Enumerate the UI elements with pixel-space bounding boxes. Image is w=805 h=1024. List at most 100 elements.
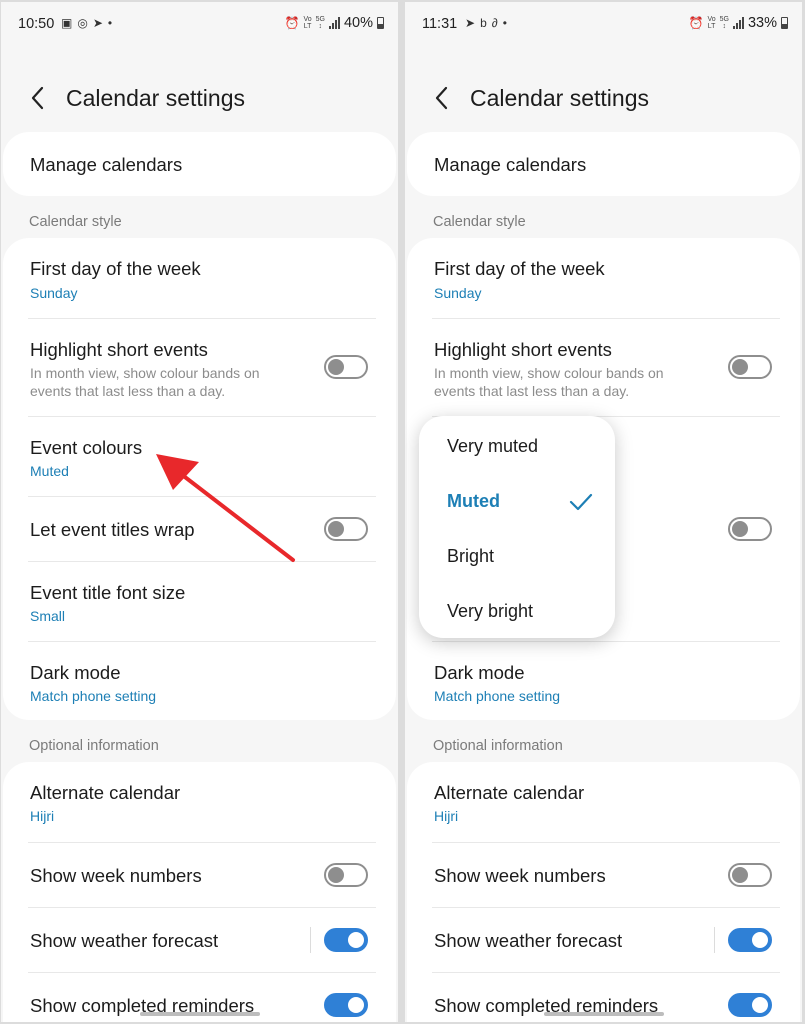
alternate-calendar-row[interactable]: Alternate calendar Hijri	[407, 762, 800, 842]
back-arrow-icon[interactable]	[27, 84, 51, 112]
first-day-label: First day of the week	[434, 258, 605, 279]
title-bar: Calendar settings	[1, 80, 398, 120]
highlight-short-events-row[interactable]: Highlight short events In month view, sh…	[3, 319, 396, 416]
toggle-knob	[328, 867, 344, 883]
option-very-muted[interactable]: Very muted	[447, 436, 538, 457]
show-weather-forecast-label: Show weather forecast	[434, 930, 623, 951]
status-time: 11:31	[422, 16, 458, 32]
manage-calendars-row[interactable]: Manage calendars	[407, 132, 800, 196]
highlight-short-events-desc: In month view, show colour bands on even…	[434, 365, 664, 399]
phone-screen-right: 11:31 ➤ b ∂ • ⏰ Vo LT 5G ↕ 33% Calendar se…	[405, 2, 802, 1022]
section-optional-information: Optional information	[29, 738, 159, 754]
5g-icon: 5G ↕	[719, 16, 729, 30]
highlight-short-events-toggle[interactable]	[728, 355, 772, 379]
home-indicator[interactable]	[139, 1012, 260, 1016]
dark-mode-row[interactable]: Dark mode Match phone setting	[3, 642, 396, 720]
first-day-row[interactable]: First day of the week Sunday	[407, 238, 800, 318]
first-day-label: First day of the week	[30, 258, 201, 279]
alarm-icon: ⏰	[284, 16, 300, 30]
alternate-calendar-row[interactable]: Alternate calendar Hijri	[3, 762, 396, 842]
app-icon: ∂	[491, 16, 498, 30]
battery-icon	[377, 17, 384, 29]
option-bright[interactable]: Bright	[447, 546, 494, 567]
vertical-separator	[310, 927, 311, 953]
toggle-knob	[732, 359, 748, 375]
event-title-font-size-value: Small	[30, 608, 66, 624]
manage-calendars-label: Manage calendars	[30, 154, 183, 175]
alternate-calendar-label: Alternate calendar	[434, 782, 585, 803]
option-muted[interactable]: Muted	[447, 491, 500, 512]
notification-dot: •	[107, 16, 113, 30]
option-very-bright[interactable]: Very bright	[447, 601, 533, 622]
manage-calendars-row[interactable]: Manage calendars	[3, 132, 396, 196]
phone-screen-left: 10:50 ▣ ◎ ➤ • ⏰ Vo LT 5G ↕ 40% Calendar se…	[1, 2, 398, 1022]
toggle-knob	[348, 997, 364, 1013]
event-colours-popup-menu: Very muted Muted Bright Very bright	[419, 416, 615, 638]
show-week-numbers-toggle[interactable]	[324, 863, 368, 887]
section-calendar-style: Calendar style	[29, 214, 122, 230]
dark-mode-value: Match phone setting	[434, 688, 561, 704]
status-time: 10:50	[18, 16, 55, 32]
alarm-icon: ⏰	[688, 16, 704, 30]
manage-calendars-card[interactable]: Manage calendars	[3, 132, 396, 196]
dark-mode-value: Match phone setting	[30, 688, 157, 704]
volte-icon: Vo LT	[303, 16, 312, 30]
let-event-titles-wrap-toggle[interactable]	[324, 517, 368, 541]
highlight-short-events-row[interactable]: Highlight short events In month view, sh…	[407, 319, 800, 416]
battery-percent: 33%	[747, 15, 777, 31]
alternate-calendar-value: Hijri	[30, 808, 55, 824]
status-bar: 10:50 ▣ ◎ ➤ • ⏰ Vo LT 5G ↕ 40%	[1, 2, 398, 46]
toggle-knob	[732, 867, 748, 883]
optional-information-card: Alternate calendar Hijri Show week numbe…	[407, 762, 800, 1022]
highlight-short-events-toggle[interactable]	[324, 355, 368, 379]
first-day-value: Sunday	[30, 285, 78, 301]
show-completed-reminders-toggle[interactable]	[324, 993, 368, 1017]
event-colours-value: Muted	[30, 463, 69, 479]
toggle-knob	[752, 997, 768, 1013]
toggle-knob	[328, 521, 344, 537]
alternate-calendar-value: Hijri	[434, 808, 459, 824]
event-colours-label: Event colours	[30, 437, 143, 458]
highlight-short-events-label: Highlight short events	[434, 339, 612, 360]
show-completed-reminders-toggle[interactable]	[728, 993, 772, 1017]
event-title-font-size-label: Event title font size	[30, 582, 186, 603]
red-pointer-arrow-icon	[156, 454, 295, 562]
show-week-numbers-row[interactable]: Show week numbers	[407, 843, 800, 907]
show-weather-forecast-toggle[interactable]	[728, 928, 772, 952]
checkmark-icon	[569, 493, 593, 511]
manage-calendars-card[interactable]: Manage calendars	[407, 132, 800, 196]
show-week-numbers-row[interactable]: Show week numbers	[3, 843, 396, 907]
section-calendar-style: Calendar style	[433, 214, 526, 230]
manage-calendars-label: Manage calendars	[434, 154, 587, 175]
notification-dot: •	[502, 16, 507, 30]
show-weather-forecast-toggle[interactable]	[324, 928, 368, 952]
5g-icon: 5G ↕	[315, 16, 325, 30]
dark-mode-row[interactable]: Dark mode Match phone setting	[407, 642, 800, 720]
battery-icon	[781, 17, 788, 29]
let-event-titles-wrap-toggle[interactable]	[728, 517, 772, 541]
show-weather-forecast-row[interactable]: Show weather forecast	[3, 908, 396, 972]
telegram-icon: ➤	[465, 16, 476, 30]
show-weather-forecast-label: Show weather forecast	[30, 930, 219, 951]
signal-icon	[732, 17, 744, 29]
page-title: Calendar settings	[66, 85, 245, 111]
dark-mode-label: Dark mode	[30, 662, 121, 683]
instagram-icon: ◎	[77, 16, 88, 30]
vertical-separator	[714, 927, 715, 953]
signal-icon	[328, 17, 340, 29]
section-optional-information: Optional information	[433, 738, 563, 754]
event-title-font-size-row[interactable]: Event title font size Small	[3, 562, 396, 641]
show-week-numbers-toggle[interactable]	[728, 863, 772, 887]
volte-icon: Vo LT	[707, 16, 716, 30]
show-weather-forecast-row[interactable]: Show weather forecast	[407, 908, 800, 972]
first-day-row[interactable]: First day of the week Sunday	[3, 238, 396, 318]
gallery-icon: ▣	[61, 16, 73, 30]
title-bar: Calendar settings	[405, 80, 802, 120]
toggle-knob	[348, 932, 364, 948]
show-week-numbers-label: Show week numbers	[434, 865, 606, 886]
status-bar: 11:31 ➤ b ∂ • ⏰ Vo LT 5G ↕ 33%	[405, 2, 802, 46]
home-indicator[interactable]	[543, 1012, 664, 1016]
back-arrow-icon[interactable]	[431, 84, 455, 112]
battery-percent: 40%	[343, 15, 373, 31]
telegram-icon: ➤	[92, 16, 103, 30]
